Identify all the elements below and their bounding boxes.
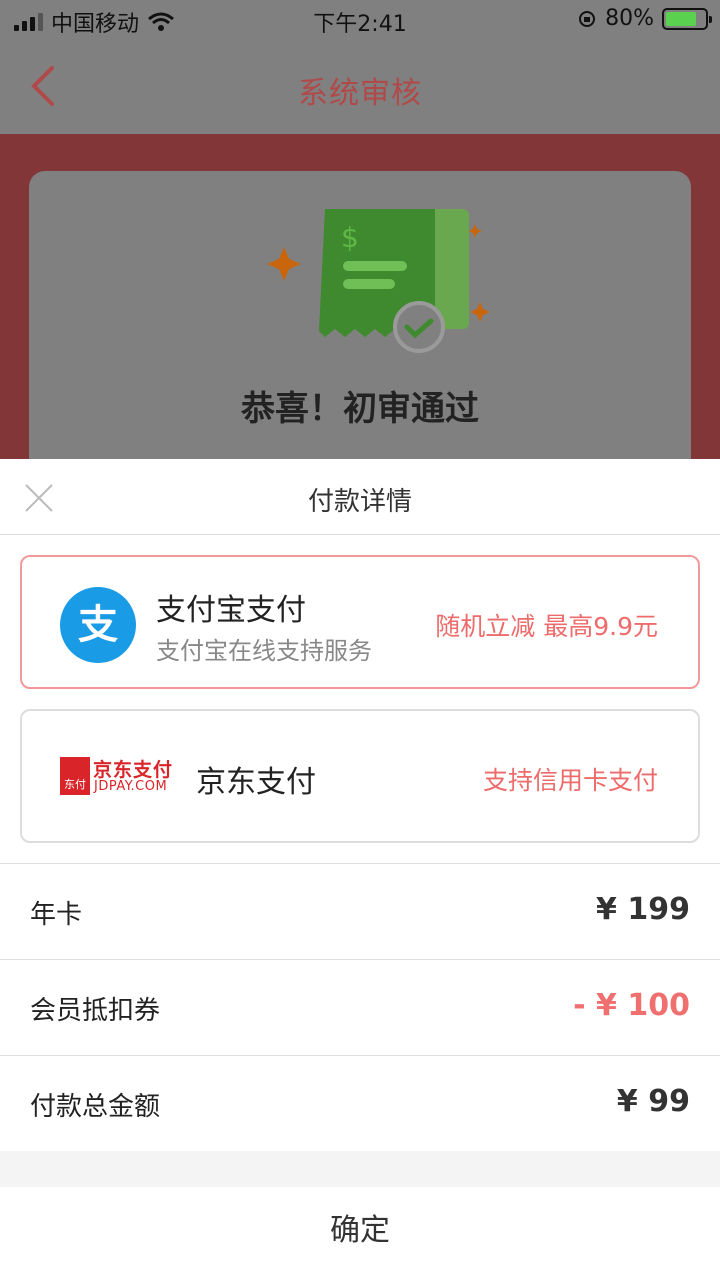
payment-option-jdpay[interactable]: 东付 京东支付 JDPAY.COM 京东支付 支持信用卡支付 <box>20 709 700 843</box>
confirm-button[interactable]: 确定 <box>0 1187 720 1280</box>
price-row-label: 付款总金额 <box>30 1092 161 1122</box>
rotation-lock-icon <box>579 10 596 27</box>
discount-value: - ¥ 100 <box>573 988 690 1023</box>
sheet-header: 付款详情 <box>0 459 720 535</box>
payment-option-promo: 随机立减 最高9.9元 <box>435 612 658 641</box>
background-banner: $ 恭喜！初审通过 激活额度 <box>0 134 720 495</box>
nav-bar: 系统审核 <box>0 40 720 134</box>
page-title: 系统审核 <box>298 76 422 111</box>
sheet-title: 付款详情 <box>307 487 412 517</box>
payment-option-name: 支付宝支付 <box>156 593 306 628</box>
payment-option-promo: 支持信用卡支付 <box>482 766 658 795</box>
divider <box>0 1151 720 1187</box>
price-row: 付款总金额 ¥ 99 <box>0 1056 720 1152</box>
svg-text:$: $ <box>341 221 359 254</box>
price-row-value: ¥ 199 <box>596 892 690 927</box>
total-value: ¥ 99 <box>616 1084 690 1119</box>
review-result-card: $ 恭喜！初审通过 激活额度 <box>29 171 691 495</box>
payment-option-alipay[interactable]: 支 支付宝支付 支付宝在线支持服务 随机立减 最高9.9元 <box>20 555 700 689</box>
svg-text:支: 支 <box>78 602 118 648</box>
jdpay-icon: 东付 京东支付 JDPAY.COM <box>60 757 180 797</box>
price-row: 年卡 ¥ 199 <box>0 864 720 960</box>
payment-option-name: 京东支付 <box>196 765 316 800</box>
approval-heading: 恭喜！初审通过 <box>241 389 479 429</box>
receipt-approved-illustration: $ <box>267 209 489 353</box>
payment-option-subtitle: 支付宝在线支持服务 <box>156 637 372 665</box>
price-breakdown: 年卡 ¥ 199 会员抵扣券 - ¥ 100 付款总金额 ¥ 99 <box>0 863 720 1152</box>
alipay-icon: 支 <box>60 587 136 663</box>
price-row-label: 会员抵扣券 <box>30 996 161 1026</box>
status-bar: 中国移动 下午2:41 80% <box>0 0 720 40</box>
price-row-label: 年卡 <box>30 900 83 930</box>
price-row: 会员抵扣券 - ¥ 100 <box>0 960 720 1056</box>
battery-icon <box>662 7 712 30</box>
payment-sheet: 付款详情 支 支付宝支付 支付宝在线支持服务 随机立减 最高9.9元 东付 京东… <box>0 459 720 1280</box>
battery-percent: 80% <box>605 6 654 31</box>
